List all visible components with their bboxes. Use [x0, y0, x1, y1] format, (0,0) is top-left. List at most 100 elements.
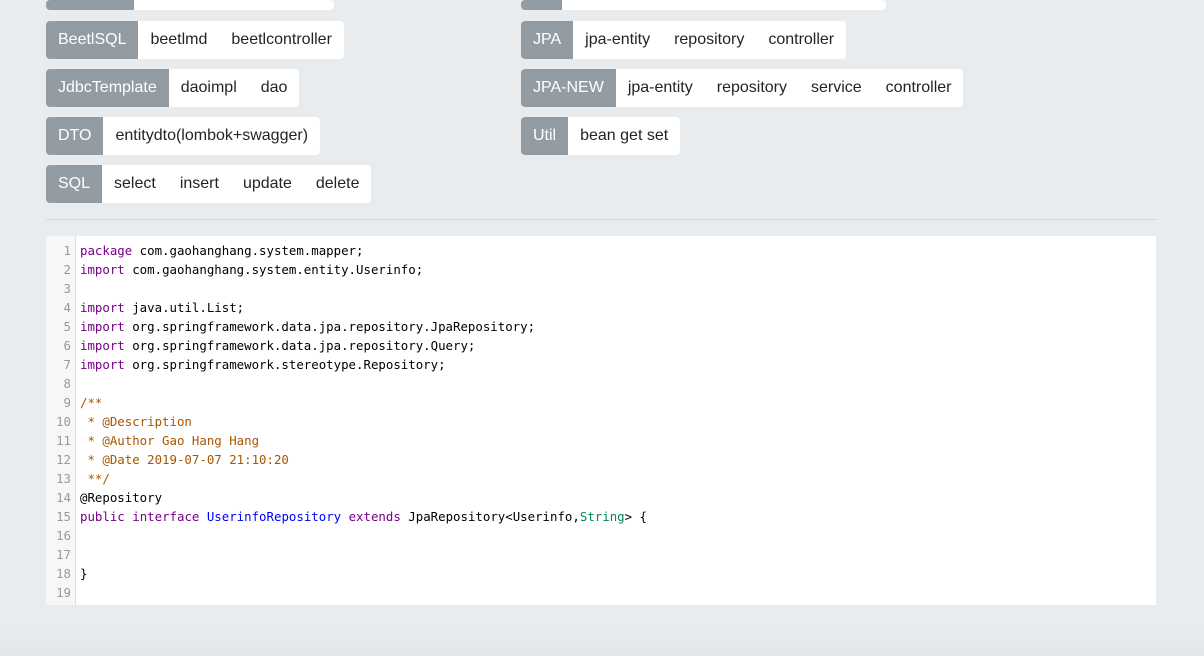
line-number: 15	[56, 509, 71, 524]
code-token-keyword: public	[80, 509, 125, 524]
code-line: 4 import java.util.List;	[46, 298, 1156, 317]
code-token-comment: /**	[80, 395, 103, 410]
code-text: import com.gaohanghang.system.entity.Use…	[80, 260, 423, 279]
code-text: * @Description	[80, 412, 192, 431]
code-line: 10 * @Description	[46, 412, 1156, 431]
code-editor[interactable]: 1 package com.gaohanghang.system.mapper; 2…	[46, 236, 1156, 605]
section-divider	[46, 219, 1156, 220]
line-number: 1	[63, 243, 71, 258]
code-token-comment: **/	[80, 471, 110, 486]
group-option[interactable]	[562, 0, 886, 10]
option-select[interactable]: select	[102, 165, 168, 203]
code-line: 13 **/	[46, 469, 1156, 488]
code-text: }	[80, 564, 87, 583]
code-token-plain: com.gaohanghang.system.entity.Userinfo;	[124, 262, 424, 277]
code-text: import org.springframework.data.jpa.repo…	[80, 317, 535, 336]
group-label-util[interactable]: Util	[521, 117, 569, 155]
code-line: 17	[46, 545, 1156, 564]
button-group-jpa-new: JPA-NEW jpa-entity repository service co…	[521, 69, 964, 107]
page-footer-area	[0, 624, 1204, 656]
code-line: 2 import com.gaohanghang.system.entity.Us…	[46, 260, 1156, 279]
code-token-keyword: import	[80, 357, 125, 372]
line-number: 4	[63, 300, 71, 315]
code-token-keyword: import	[80, 262, 125, 277]
code-line: 7 import org.springframework.stereotype.R…	[46, 355, 1156, 374]
group-label-jpa[interactable]: JPA	[521, 21, 574, 59]
code-token-keyword: package	[80, 243, 133, 258]
option-service[interactable]: service	[798, 69, 874, 107]
code-token-plain: @Repository	[80, 490, 163, 505]
code-text: import org.springframework.data.jpa.repo…	[80, 336, 475, 355]
option-jpa-entity[interactable]: jpa-entity	[573, 21, 663, 59]
line-number: 2	[63, 262, 71, 277]
line-number: 14	[56, 490, 71, 505]
button-group-top-right-partial	[521, 0, 886, 10]
line-number: 9	[63, 395, 71, 410]
group-label-beetlsql[interactable]: BeetlSQL	[46, 21, 139, 59]
option-repository[interactable]: repository	[704, 69, 799, 107]
option-jpa-entity[interactable]: jpa-entity	[615, 69, 705, 107]
code-line: 11 * @Author Gao Hang Hang	[46, 431, 1156, 450]
line-number: 17	[56, 547, 71, 562]
option-dao[interactable]: dao	[248, 69, 300, 107]
code-line: 1 package com.gaohanghang.system.mapper;	[46, 241, 1156, 260]
option-delete[interactable]: delete	[303, 165, 372, 203]
option-beetlcontroller[interactable]: beetlcontroller	[219, 21, 344, 59]
group-label[interactable]	[46, 0, 134, 10]
button-group-beetlsql: BeetlSQL beetlmd beetlcontroller	[46, 21, 344, 59]
code-text: @Repository	[80, 488, 162, 507]
line-number: 7	[63, 357, 71, 372]
group-option[interactable]	[134, 0, 334, 10]
option-repository[interactable]: repository	[662, 21, 757, 59]
code-token-keyword: extends	[348, 509, 401, 524]
code-text: **/	[80, 469, 110, 488]
button-group-dto: DTO entitydto(lombok+swagger)	[46, 117, 321, 155]
button-group-jpa: JPA jpa-entity repository controller	[521, 21, 847, 59]
option-entitydto[interactable]: entitydto(lombok+swagger)	[103, 117, 321, 155]
option-update[interactable]: update	[230, 165, 304, 203]
group-label-sql[interactable]: SQL	[46, 165, 103, 203]
option-daoimpl[interactable]: daoimpl	[168, 69, 249, 107]
code-token-plain: com.gaohanghang.system.mapper;	[132, 243, 364, 258]
group-label-jdbctemplate[interactable]: JdbcTemplate	[46, 69, 169, 107]
code-token-type: String	[579, 509, 625, 524]
code-line: 16	[46, 526, 1156, 545]
group-label-dto[interactable]: DTO	[46, 117, 104, 155]
code-token-keyword: import	[80, 319, 125, 334]
code-line: 15 public interface UserinfoRepository ex…	[46, 507, 1156, 526]
button-group-top-left-partial	[46, 0, 334, 10]
code-token-comment: * @Date 2019-07-07 21:10:20	[80, 452, 289, 467]
line-number: 5	[63, 319, 71, 334]
code-text: import org.springframework.stereotype.Re…	[80, 355, 446, 374]
code-token-plain: java.util.List;	[124, 300, 245, 315]
code-token-comment: * @Description	[80, 414, 192, 429]
code-line: 12 * @Date 2019-07-07 21:10:20	[46, 450, 1156, 469]
code-token-def: UserinfoRepository	[206, 509, 342, 524]
code-text: package com.gaohanghang.system.mapper;	[80, 241, 363, 260]
option-beetlmd[interactable]: beetlmd	[138, 21, 220, 59]
code-line: 3	[46, 279, 1156, 298]
code-text: public interface UserinfoRepository exte…	[80, 507, 647, 526]
line-number: 18	[56, 566, 71, 581]
code-line: 8	[46, 374, 1156, 393]
line-number: 11	[56, 433, 71, 448]
code-token-keyword: interface	[132, 509, 200, 524]
line-number: 6	[63, 338, 71, 353]
code-token-plain: org.springframework.stereotype.Repositor…	[124, 357, 446, 372]
code-line: 18}	[46, 564, 1156, 583]
option-controller[interactable]: controller	[756, 21, 847, 59]
line-number: 16	[56, 528, 71, 543]
generator-page: BeetlSQL beetlmd beetlcontroller JPA jpa…	[0, 0, 1204, 656]
option-controller[interactable]: controller	[873, 69, 964, 107]
code-line: 19	[46, 583, 1156, 602]
code-line: 6 import org.springframework.data.jpa.rep…	[46, 336, 1156, 355]
group-label-jpa-new[interactable]: JPA-NEW	[521, 69, 616, 107]
line-number: 8	[63, 376, 71, 391]
option-bean-get-set[interactable]: bean get set	[568, 117, 681, 155]
code-text: import java.util.List;	[80, 298, 244, 317]
line-number: 19	[56, 585, 71, 600]
option-insert[interactable]: insert	[167, 165, 231, 203]
group-label[interactable]	[521, 0, 562, 10]
